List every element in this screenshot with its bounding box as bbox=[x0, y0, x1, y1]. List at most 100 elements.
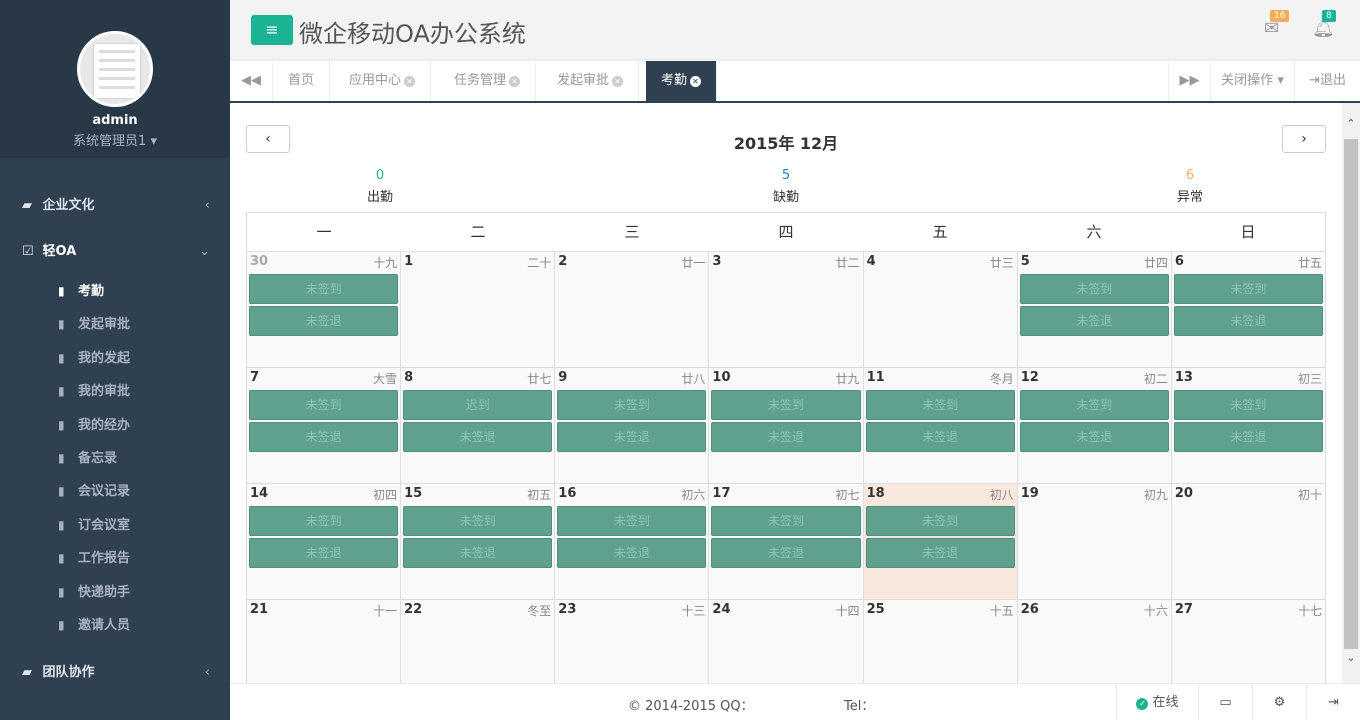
attendance-event[interactable]: 未签退 bbox=[711, 422, 861, 452]
calendar-day[interactable]: 27 十七 bbox=[1171, 600, 1325, 683]
calendar-day[interactable]: 9 廿八 未签到 未签退 bbox=[555, 368, 710, 483]
calendar-day[interactable]: 1 二十 bbox=[401, 252, 556, 367]
tab-close-icon[interactable]: ✕ bbox=[690, 76, 702, 87]
attendance-event[interactable]: 未签到 bbox=[557, 390, 707, 420]
calendar-day[interactable]: 21 十一 bbox=[247, 600, 402, 683]
calendar-day[interactable]: 8 廿七 迟到 未签退 bbox=[401, 368, 556, 483]
calendar-day[interactable]: 26 十六 bbox=[1017, 600, 1172, 683]
vertical-scrollbar[interactable]: ⌃ ⌄ bbox=[1342, 103, 1360, 683]
chat-button[interactable]: ▭ bbox=[1198, 684, 1252, 720]
calendar-day[interactable]: 7 大雪 未签到 未签退 bbox=[247, 368, 402, 483]
attendance-event[interactable]: 未签到 bbox=[403, 506, 553, 536]
attendance-event[interactable]: 未签退 bbox=[1173, 306, 1323, 336]
sidebar-item-invite[interactable]: ▮ 邀请人员 bbox=[0, 609, 230, 642]
calendar-day[interactable]: 24 十四 bbox=[709, 600, 864, 683]
sidebar-item-work-report[interactable]: ▮ 工作报告 bbox=[0, 542, 230, 575]
attendance-event[interactable]: 未签退 bbox=[249, 538, 399, 568]
attendance-event[interactable]: 未签退 bbox=[1019, 306, 1169, 336]
attendance-event[interactable]: 未签退 bbox=[557, 538, 707, 568]
calendar-day[interactable]: 25 十五 bbox=[863, 600, 1018, 683]
user-role-dropdown[interactable]: 系统管理员1 ▾ bbox=[0, 130, 230, 149]
tab-attendance[interactable]: 考勤 ✕ bbox=[646, 61, 718, 101]
attendance-event[interactable]: 未签到 bbox=[557, 506, 707, 536]
attendance-event[interactable]: 未签退 bbox=[403, 538, 553, 568]
calendar-day[interactable]: 13 初三 未签到 未签退 bbox=[1171, 368, 1325, 483]
tab-scroll-left-button[interactable]: ◀◀ bbox=[230, 61, 273, 101]
online-status-button[interactable]: ✓ 在线 bbox=[1116, 684, 1198, 720]
settings-button[interactable]: ⚙ bbox=[1252, 684, 1306, 720]
calendar-day[interactable]: 5 廿四 未签到 未签退 bbox=[1017, 252, 1172, 367]
sidebar-item-meeting-notes[interactable]: ▮ 会议记录 bbox=[0, 475, 230, 508]
sidebar-item-my-approvals[interactable]: ▮ 我的审批 bbox=[0, 375, 230, 408]
attendance-calendar-panel: ‹ 2015年 12月 › 0 出勤 5 缺勤 6 异常 一二三四五六日 30 十… bbox=[230, 103, 1342, 683]
sidebar-group-team[interactable]: ▰ 团队协作 ‹ bbox=[0, 650, 230, 696]
calendar-day[interactable]: 30 十九 未签到 未签退 bbox=[247, 252, 402, 367]
scroll-down-icon[interactable]: ⌄ bbox=[1342, 651, 1360, 664]
attendance-event[interactable]: 未签到 bbox=[249, 506, 399, 536]
attendance-event[interactable]: 未签退 bbox=[249, 306, 399, 336]
calendar-day[interactable]: 17 初七 未签到 未签退 bbox=[709, 484, 864, 599]
attendance-event[interactable]: 未签退 bbox=[557, 422, 707, 452]
tab-close-icon[interactable]: ✕ bbox=[509, 76, 521, 87]
calendar-day[interactable]: 11 冬月 未签到 未签退 bbox=[863, 368, 1018, 483]
sidebar-item-start-approval[interactable]: ▮ 发起审批 bbox=[0, 308, 230, 341]
calendar-day[interactable]: 20 初十 bbox=[1171, 484, 1325, 599]
calendar-day[interactable]: 4 廿三 bbox=[863, 252, 1018, 367]
sidebar-item-memo[interactable]: ▮ 备忘录 bbox=[0, 442, 230, 475]
attendance-event[interactable]: 迟到 bbox=[403, 390, 553, 420]
sidebar-item-book-room[interactable]: ▮ 订会议室 bbox=[0, 509, 230, 542]
sidebar-item-my-initiated[interactable]: ▮ 我的发起 bbox=[0, 342, 230, 375]
tab-task-management[interactable]: 任务管理 ✕ bbox=[439, 61, 537, 101]
sidebar-group-oa[interactable]: ☑ 轻OA ⌄ bbox=[0, 229, 230, 275]
menu-toggle-button[interactable]: ≡ bbox=[251, 15, 293, 45]
next-month-button[interactable]: › bbox=[1282, 125, 1326, 153]
scroll-up-icon[interactable]: ⌃ bbox=[1342, 117, 1360, 130]
tab-start-approval[interactable]: 发起审批 ✕ bbox=[542, 61, 640, 101]
attendance-event[interactable]: 未签到 bbox=[1019, 390, 1169, 420]
attendance-event[interactable]: 未签到 bbox=[711, 390, 861, 420]
close-operations-dropdown[interactable]: 关闭操作 ▾ bbox=[1210, 61, 1294, 101]
calendar-day[interactable]: 12 初二 未签到 未签退 bbox=[1017, 368, 1172, 483]
attendance-event[interactable]: 未签退 bbox=[1173, 422, 1323, 452]
calendar-day[interactable]: 23 十三 bbox=[555, 600, 710, 683]
attendance-event[interactable]: 未签到 bbox=[1019, 274, 1169, 304]
sidebar-item-express[interactable]: ▮ 快递助手 bbox=[0, 576, 230, 609]
logout-button[interactable]: ⇥退出 bbox=[1294, 61, 1360, 101]
sidebar-group-culture[interactable]: ▰ 企业文化 ‹ bbox=[0, 183, 230, 229]
tab-close-icon[interactable]: ✕ bbox=[404, 76, 416, 87]
sidebar-item-attendance[interactable]: ▮ 考勤 bbox=[0, 275, 230, 308]
calendar-day[interactable]: 22 冬至 bbox=[401, 600, 556, 683]
attendance-event[interactable]: 未签到 bbox=[865, 506, 1015, 536]
calendar-day[interactable]: 6 廿五 未签到 未签退 bbox=[1171, 252, 1325, 367]
attendance-event[interactable]: 未签退 bbox=[1019, 422, 1169, 452]
calendar-day[interactable]: 15 初五 未签到 未签退 bbox=[401, 484, 556, 599]
tab-app-center[interactable]: 应用中心 ✕ bbox=[334, 61, 432, 101]
attendance-event[interactable]: 未签退 bbox=[403, 422, 553, 452]
attendance-event[interactable]: 未签退 bbox=[249, 422, 399, 452]
scrollbar-thumb[interactable] bbox=[1344, 139, 1358, 649]
attendance-event[interactable]: 未签退 bbox=[865, 538, 1015, 568]
calendar-day-today[interactable]: 18 初八 未签到 未签退 bbox=[863, 484, 1018, 599]
tab-home[interactable]: 首页 bbox=[273, 61, 331, 101]
calendar-day[interactable]: 3 廿二 bbox=[709, 252, 864, 367]
sidebar-item-my-handled[interactable]: ▮ 我的经办 bbox=[0, 409, 230, 442]
calendar-day[interactable]: 10 廿九 未签到 未签退 bbox=[709, 368, 864, 483]
attendance-event[interactable]: 未签到 bbox=[711, 506, 861, 536]
calendar-day[interactable]: 19 初九 bbox=[1017, 484, 1172, 599]
calendar-day[interactable]: 16 初六 未签到 未签退 bbox=[555, 484, 710, 599]
calendar-day[interactable]: 14 初四 未签到 未签退 bbox=[247, 484, 402, 599]
exit-button[interactable]: ⇥ bbox=[1306, 684, 1360, 720]
avatar[interactable] bbox=[77, 31, 153, 107]
attendance-event[interactable]: 未签退 bbox=[865, 422, 1015, 452]
tab-scroll-right-button[interactable]: ▶▶ bbox=[1168, 61, 1210, 101]
attendance-event[interactable]: 未签到 bbox=[865, 390, 1015, 420]
attendance-event[interactable]: 未签到 bbox=[1173, 274, 1323, 304]
day-number: 20 bbox=[1174, 486, 1193, 501]
attendance-event[interactable]: 未签到 bbox=[1173, 390, 1323, 420]
lunar-date: 十六 bbox=[1143, 604, 1168, 618]
tab-close-icon[interactable]: ✕ bbox=[612, 76, 624, 87]
attendance-event[interactable]: 未签到 bbox=[249, 390, 399, 420]
calendar-day[interactable]: 2 廿一 bbox=[555, 252, 710, 367]
attendance-event[interactable]: 未签退 bbox=[711, 538, 861, 568]
attendance-event[interactable]: 未签到 bbox=[249, 274, 399, 304]
